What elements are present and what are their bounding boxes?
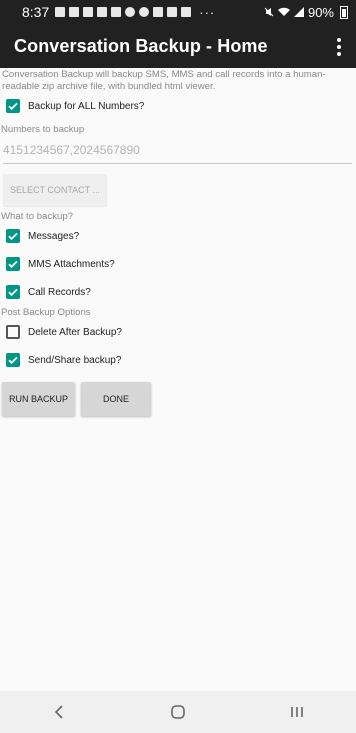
navigation-bar <box>0 691 356 733</box>
send-share-label: Send/Share backup? <box>28 354 122 366</box>
numbers-field-wrap <box>3 141 352 164</box>
backup-all-checkbox[interactable] <box>6 99 20 113</box>
notification-icon <box>153 7 164 17</box>
notification-icon <box>125 7 136 17</box>
select-contact-button[interactable]: SELECT CONTACT ... <box>3 174 107 206</box>
notification-icon <box>111 7 122 17</box>
battery-icon <box>340 5 348 19</box>
notification-icon <box>55 7 66 17</box>
call-records-row[interactable]: Call Records? <box>0 278 356 306</box>
notification-icon <box>83 7 94 17</box>
action-buttons: RUN BACKUP DONE <box>2 382 356 416</box>
mute-icon <box>264 7 274 17</box>
numbers-input[interactable] <box>3 141 352 157</box>
status-bar: 8:37 ··· 90% <box>0 0 356 24</box>
send-share-row[interactable]: Send/Share backup? <box>0 346 356 374</box>
checkmark-icon <box>8 232 18 241</box>
post-backup-label: Post Backup Options <box>1 307 91 318</box>
app-description: Conversation Backup will backup SMS, MMS… <box>2 69 326 92</box>
notification-icon <box>139 7 150 17</box>
app-title: Conversation Backup - Home <box>14 35 268 56</box>
recents-icon[interactable] <box>282 697 312 727</box>
messages-checkbox[interactable] <box>6 229 20 243</box>
delete-after-row[interactable]: Delete After Backup? <box>0 318 356 346</box>
messages-label: Messages? <box>28 230 80 242</box>
home-icon[interactable] <box>163 697 193 727</box>
battery-percent: 90% <box>307 4 334 20</box>
backup-all-label: Backup for ALL Numbers? <box>28 100 145 112</box>
signal-icon <box>293 7 304 17</box>
wifi-icon <box>277 7 290 16</box>
status-time: 8:37 <box>22 4 50 20</box>
call-records-label: Call Records? <box>28 286 91 298</box>
mms-attachments-label: MMS Attachments? <box>28 258 115 270</box>
what-to-backup-label: What to backup? <box>1 211 73 222</box>
delete-after-checkbox[interactable] <box>6 325 20 339</box>
main-content: Conversation Backup will backup SMS, MMS… <box>0 68 356 416</box>
notification-icons: ··· <box>55 5 264 20</box>
backup-all-row[interactable]: Backup for ALL Numbers? <box>0 92 356 120</box>
checkmark-icon <box>8 288 18 297</box>
numbers-section-label: Numbers to backup <box>1 124 85 135</box>
mms-attachments-row[interactable]: MMS Attachments? <box>0 250 356 278</box>
delete-after-label: Delete After Backup? <box>28 326 122 338</box>
run-backup-button[interactable]: RUN BACKUP <box>2 382 75 416</box>
checkmark-icon <box>8 102 18 111</box>
mms-attachments-checkbox[interactable] <box>6 257 20 271</box>
notification-icon <box>97 7 108 17</box>
app-bar: Conversation Backup - Home <box>0 24 356 68</box>
more-notifications: ··· <box>199 4 216 20</box>
notification-icon <box>181 7 192 17</box>
checkmark-icon <box>8 260 18 269</box>
done-button[interactable]: DONE <box>81 382 151 416</box>
messages-row[interactable]: Messages? <box>0 222 356 250</box>
notification-icon <box>167 7 178 17</box>
notification-icon <box>69 7 80 17</box>
back-icon[interactable] <box>44 697 74 727</box>
more-vert-icon[interactable] <box>336 38 342 56</box>
send-share-checkbox[interactable] <box>6 353 20 367</box>
checkmark-icon <box>8 356 18 365</box>
call-records-checkbox[interactable] <box>6 285 20 299</box>
system-status: 90% <box>264 5 348 20</box>
